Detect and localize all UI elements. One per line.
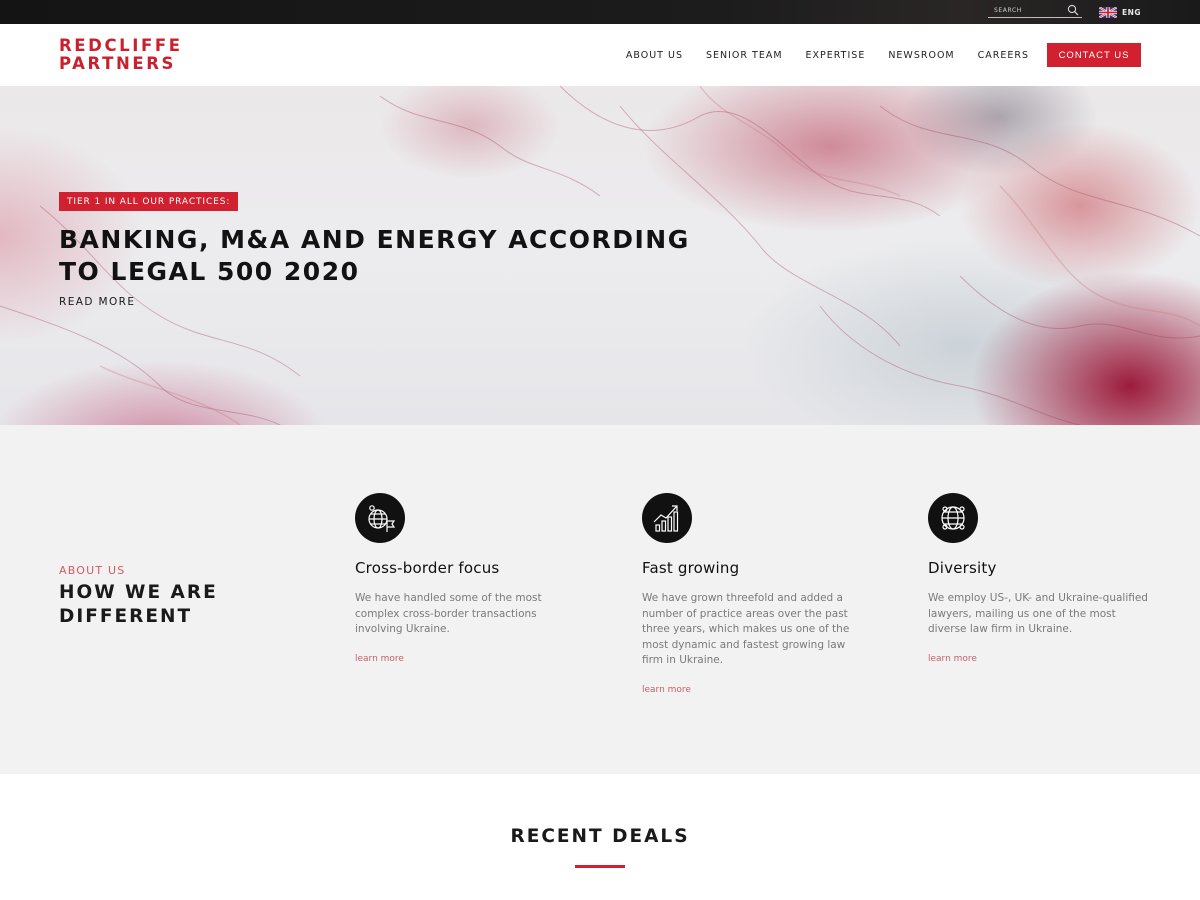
about-title-line-2: DIFFERENT bbox=[59, 606, 193, 627]
title-underline bbox=[575, 865, 625, 868]
nav-senior-team[interactable]: SENIOR TEAM bbox=[706, 50, 783, 61]
read-more-link[interactable]: READ MORE bbox=[59, 296, 135, 308]
site-header: REDCLIFFE PARTNERS ABOUT US SENIOR TEAM … bbox=[0, 24, 1200, 86]
uk-flag-icon bbox=[1099, 6, 1117, 18]
recent-deals-section: RECENT DEALS bbox=[0, 774, 1200, 900]
nav-about-us[interactable]: ABOUT US bbox=[626, 50, 683, 61]
nav-newsroom[interactable]: NEWSROOM bbox=[888, 50, 954, 61]
learn-more-link[interactable]: learn more bbox=[642, 685, 691, 695]
recent-deals-title: RECENT DEALS bbox=[510, 826, 690, 847]
logo[interactable]: REDCLIFFE PARTNERS bbox=[59, 37, 183, 73]
feature-text: We have handled some of the most complex… bbox=[355, 592, 542, 636]
hero-title-line-1: BANKING, M&A AND ENERGY ACCORDING bbox=[59, 225, 690, 254]
nav-expertise[interactable]: EXPERTISE bbox=[806, 50, 866, 61]
hero-title: BANKING, M&A AND ENERGY ACCORDING TO LEG… bbox=[59, 224, 739, 288]
logo-line-1: REDCLIFFE bbox=[59, 36, 183, 55]
about-kicker: ABOUT US bbox=[59, 564, 126, 577]
about-section: ABOUT US HOW WE ARE DIFFERENT Cross-bord… bbox=[0, 425, 1200, 774]
diversity-globe-icon bbox=[928, 493, 978, 543]
about-title-line-1: HOW WE ARE bbox=[59, 582, 218, 603]
feature-fast-growing: Fast growing We have grown threefold and… bbox=[642, 493, 862, 696]
search-input[interactable] bbox=[988, 4, 1064, 17]
language-label: ENG bbox=[1122, 7, 1142, 17]
about-title: HOW WE ARE DIFFERENT bbox=[59, 581, 279, 629]
contact-us-button[interactable]: CONTACT US bbox=[1047, 43, 1141, 67]
nav-careers[interactable]: CAREERS bbox=[978, 50, 1029, 61]
feature-text: We employ US-, UK- and Ukraine-qualified… bbox=[928, 592, 1148, 636]
language-switcher[interactable]: ENG bbox=[1099, 6, 1141, 18]
feature-title: Cross-border focus bbox=[355, 559, 500, 577]
globe-flag-icon bbox=[355, 493, 405, 543]
top-utility-bar: ENG bbox=[0, 0, 1200, 24]
feature-title: Diversity bbox=[928, 559, 997, 577]
hero-title-line-2: TO LEGAL 500 2020 bbox=[59, 257, 360, 286]
growth-chart-icon bbox=[642, 493, 692, 543]
feature-text: We have grown threefold and added a numb… bbox=[642, 592, 850, 667]
main-nav: ABOUT US SENIOR TEAM EXPERTISE NEWSROOM … bbox=[626, 24, 1029, 86]
hero-badge: TIER 1 IN ALL OUR PRACTICES: bbox=[59, 192, 239, 211]
learn-more-link[interactable]: learn more bbox=[928, 654, 977, 664]
hero-banner: TIER 1 IN ALL OUR PRACTICES: BANKING, M&… bbox=[0, 86, 1200, 425]
search-icon[interactable] bbox=[1067, 4, 1079, 16]
search-box bbox=[988, 4, 1082, 18]
feature-title: Fast growing bbox=[642, 559, 740, 577]
feature-cross-border: Cross-border focus We have handled some … bbox=[355, 493, 575, 665]
logo-line-2: PARTNERS bbox=[59, 54, 177, 73]
learn-more-link[interactable]: learn more bbox=[355, 654, 404, 664]
feature-diversity: Diversity We employ US-, UK- and Ukraine… bbox=[928, 493, 1148, 665]
